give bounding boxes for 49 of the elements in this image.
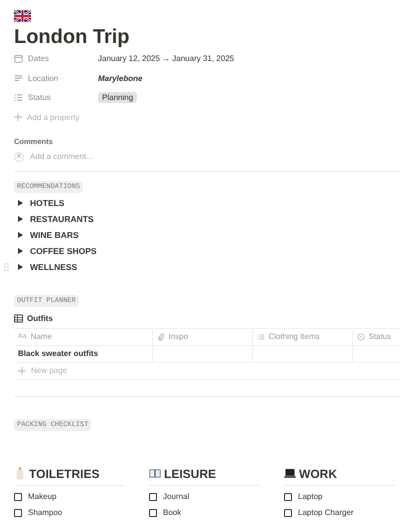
property-label: Location	[28, 74, 58, 83]
checkbox[interactable]	[284, 492, 292, 500]
text-lines-icon	[14, 74, 23, 83]
flag-icon	[14, 10, 31, 22]
drag-handle-icon[interactable]	[4, 262, 9, 270]
property-value[interactable]: Marylebone	[98, 74, 142, 83]
toggle-item[interactable]: RESTAURANTS	[14, 210, 400, 226]
checklist-item: Makeup	[28, 492, 56, 501]
caret-right-icon[interactable]	[18, 248, 23, 254]
list-icon	[14, 93, 23, 102]
bottle-icon	[14, 467, 26, 480]
calendar-icon	[14, 54, 23, 64]
plus-icon	[18, 366, 26, 374]
plus-icon	[14, 113, 22, 121]
checklist-item: Laptop	[298, 492, 322, 501]
list-icon	[256, 332, 264, 340]
checkbox[interactable]	[149, 492, 157, 500]
toggle-item[interactable]: WELLNESS	[14, 258, 400, 274]
page-title: London Trip	[14, 25, 131, 49]
property-label: Dates	[28, 54, 49, 64]
checklist-item: Laptop Charger	[298, 508, 354, 517]
caret-right-icon[interactable]	[18, 216, 23, 222]
laptop-icon	[284, 467, 296, 480]
column-heading: WORK	[299, 466, 337, 480]
table-icon	[14, 314, 23, 323]
column-heading: TOILETRIES	[29, 466, 100, 480]
toggle-item[interactable]: COFFEE SHOPS	[14, 242, 400, 258]
checkbox[interactable]	[14, 492, 22, 500]
property-value[interactable]: January 12, 2025 → January 31, 2025	[98, 54, 234, 64]
toggle-item[interactable]: WINE BARS	[14, 226, 400, 242]
checklist-item: Book	[163, 508, 182, 517]
status-tag[interactable]: Planning	[98, 92, 138, 104]
comment-field[interactable]: Add a comment...	[30, 152, 180, 161]
paperclip-icon	[156, 332, 164, 340]
checkbox[interactable]	[284, 508, 292, 516]
open-book-icon	[149, 467, 161, 480]
caret-right-icon[interactable]	[18, 200, 23, 206]
table-cell[interactable]: Black sweater outfits	[18, 349, 98, 358]
checklist-item: Journal	[163, 492, 190, 501]
view-tab[interactable]: Outfits	[27, 314, 53, 323]
caret-right-icon[interactable]	[18, 264, 23, 270]
toggle-item[interactable]: HOTELS	[14, 194, 400, 210]
column-heading: LEISURE	[164, 466, 216, 480]
caret-right-icon[interactable]	[18, 232, 23, 238]
property-label: Status	[28, 93, 51, 102]
checkbox[interactable]	[14, 508, 22, 516]
status-icon	[356, 332, 364, 340]
checkbox[interactable]	[149, 508, 157, 516]
checklist-item: Shampoo	[28, 508, 62, 517]
